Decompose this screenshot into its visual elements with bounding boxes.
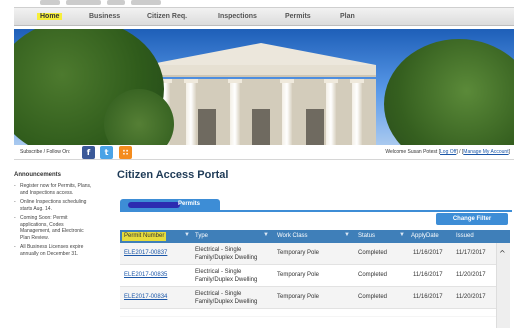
apply-date: 11/16/2017	[413, 272, 443, 278]
issued-date: 11/20/2017	[456, 294, 486, 300]
table-row-partial	[120, 309, 510, 317]
tab-underline	[120, 210, 512, 212]
column-status[interactable]: Status	[358, 233, 375, 239]
work-class: Temporary Pole	[277, 272, 320, 278]
hero-info-bar: Subscribe / Follow On: f t ∷ Welcome Sus…	[14, 145, 514, 160]
grid-rows: ELE2017-00837 Electrical - Single Family/…	[120, 243, 510, 317]
rss-icon[interactable]: ∷	[119, 146, 132, 159]
permit-type-line: Electrical - Single	[195, 269, 242, 275]
table-row[interactable]: ELE2017-00835 Electrical - Single Family/…	[120, 265, 510, 287]
permit-number-link[interactable]: ELE2017-00837	[124, 250, 167, 256]
tab-permits-label: Permits	[178, 201, 201, 207]
welcome-user-text: Welcome Susan Potest [	[385, 149, 441, 155]
permits-grid: Permit Number ▼ Type ▼ Work Class ▼ Stat…	[120, 230, 510, 317]
announcement-item: All Business Licenses expire annually on…	[14, 244, 94, 257]
nav-item-business[interactable]: Business	[89, 13, 120, 20]
redacted-label	[128, 202, 180, 208]
permit-type-line: Family/Duplex Dwelling	[195, 277, 258, 283]
column-issued[interactable]: Issued	[456, 233, 474, 239]
table-row[interactable]: ELE2017-00834 Electrical - Single Family/…	[120, 287, 510, 309]
grid-scrollbar[interactable]: ^	[496, 243, 510, 328]
hero-image-courthouse	[14, 29, 514, 145]
manage-account-link[interactable]: Manage My Account	[463, 149, 508, 155]
permit-type-line: Family/Duplex Dwelling	[195, 255, 258, 261]
grid-header: Permit Number ▼ Type ▼ Work Class ▼ Stat…	[120, 230, 510, 243]
announcement-item: Online Inspections scheduling starts Aug…	[14, 199, 94, 212]
work-class: Temporary Pole	[277, 250, 320, 256]
top-navigation: Home Business Citizen Req. Inspections P…	[14, 7, 514, 26]
status: Completed	[358, 272, 388, 278]
change-filter-button[interactable]: Change Filter	[436, 213, 508, 225]
filter-caret-icon[interactable]: ▼	[184, 232, 190, 238]
permit-type: Electrical - Single Family/Duplex Dwellin…	[195, 290, 257, 306]
nav-item-home[interactable]: Home	[37, 13, 63, 20]
subscribe-label: Subscribe / Follow On:	[20, 149, 71, 155]
scroll-up-icon[interactable]: ^	[499, 249, 506, 258]
log-off-link[interactable]: Log Off	[440, 149, 456, 155]
page-title: Citizen Access Portal	[117, 169, 229, 181]
table-row[interactable]: ELE2017-00837 Electrical - Single Family/…	[120, 243, 510, 265]
apply-date: 11/16/2017	[413, 294, 443, 300]
announcements-title: Announcements	[14, 172, 62, 178]
permit-number-link[interactable]: ELE2017-00835	[124, 272, 167, 278]
permit-number-link[interactable]: ELE2017-00834	[124, 294, 167, 300]
issued-date: 11/17/2017	[456, 250, 486, 256]
permit-type-line: Electrical - Single	[195, 291, 242, 297]
issued-date: 11/20/2017	[456, 272, 486, 278]
permit-type: Electrical - Single Family/Duplex Dwellin…	[195, 268, 257, 284]
announcement-item: Coming Soon: Permit applications, Codes …	[14, 215, 94, 241]
column-apply-date[interactable]: ApplyDate	[411, 233, 439, 239]
apply-date: 11/16/2017	[413, 250, 443, 256]
nav-item-plan[interactable]: Plan	[340, 13, 355, 20]
permit-type: Electrical - Single Family/Duplex Dwellin…	[195, 246, 257, 262]
announcement-item: Register now for Permits, Plans, and Ins…	[14, 183, 94, 196]
permit-type-line: Family/Duplex Dwelling	[195, 299, 258, 305]
welcome-text: Welcome Susan Potest [Log Off] / [Manage…	[385, 149, 510, 155]
announcements-sidebar: Announcements Register now for Permits, …	[14, 172, 94, 260]
site-logo-strip	[40, 0, 200, 7]
filter-caret-icon[interactable]: ▼	[344, 232, 350, 238]
status: Completed	[358, 294, 388, 300]
facebook-icon[interactable]: f	[82, 146, 95, 159]
tree-right	[384, 39, 514, 145]
welcome-end-bracket: ]	[508, 149, 510, 155]
nav-item-citizen-req[interactable]: Citizen Req.	[147, 13, 187, 20]
nav-item-inspections[interactable]: Inspections	[218, 13, 257, 20]
work-class: Temporary Pole	[277, 294, 320, 300]
column-type[interactable]: Type	[195, 233, 208, 239]
twitter-icon[interactable]: t	[100, 146, 113, 159]
status: Completed	[358, 250, 388, 256]
column-permit-number[interactable]: Permit Number	[122, 232, 167, 241]
permit-type-line: Electrical - Single	[195, 247, 242, 253]
filter-caret-icon[interactable]: ▼	[263, 232, 269, 238]
column-work-class[interactable]: Work Class	[277, 233, 308, 239]
announcements-list: Register now for Permits, Plans, and Ins…	[14, 183, 94, 257]
filter-caret-icon[interactable]: ▼	[399, 232, 405, 238]
nav-item-permits[interactable]: Permits	[285, 13, 311, 20]
courthouse-building	[146, 43, 376, 145]
